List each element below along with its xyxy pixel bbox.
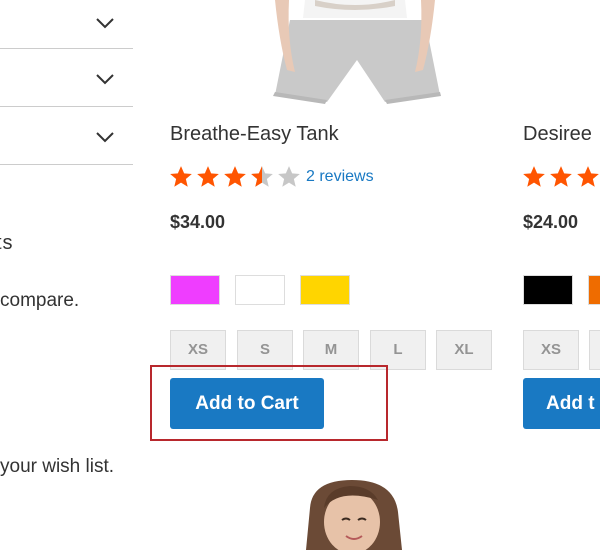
chevron-down-icon	[96, 74, 114, 85]
chevron-down-icon	[96, 18, 114, 29]
star-icon	[224, 166, 246, 187]
star-icon	[197, 166, 219, 187]
color-swatch-white[interactable]	[235, 275, 285, 305]
filter-row[interactable]	[0, 0, 133, 49]
color-swatch-magenta[interactable]	[170, 275, 220, 305]
size-option-xl[interactable]: XL	[436, 330, 492, 370]
star-icon	[523, 166, 545, 187]
size-option-xs[interactable]: XS	[170, 330, 226, 370]
color-swatch-yellow[interactable]	[300, 275, 350, 305]
size-option-partial[interactable]	[589, 330, 600, 370]
product-image[interactable]	[265, 0, 445, 110]
reviews-link[interactable]: 2 reviews	[306, 168, 374, 186]
compare-heading-fragment: ts	[0, 232, 14, 254]
filter-row[interactable]	[0, 106, 133, 165]
star-icon	[170, 166, 192, 187]
empty-star-icon	[278, 166, 300, 187]
product-name[interactable]: Desiree	[523, 123, 592, 146]
size-option-l[interactable]: L	[370, 330, 426, 370]
product-price: $34.00	[170, 212, 226, 232]
size-option-s[interactable]: S	[237, 330, 293, 370]
highlight-box	[150, 365, 388, 441]
filter-row[interactable]	[0, 48, 133, 107]
color-swatch-orange[interactable]	[588, 275, 600, 305]
product-photo	[306, 480, 402, 550]
star-icon	[577, 166, 599, 187]
size-option-xs[interactable]: XS	[523, 330, 579, 370]
product-price: $24.00	[523, 212, 579, 232]
wishlist-message: your wish list.	[0, 456, 115, 477]
star-icon	[550, 166, 572, 187]
rating-stars	[521, 164, 600, 190]
product-photo	[273, 0, 441, 104]
half-star-icon	[251, 166, 273, 187]
product-name[interactable]: Breathe-Easy Tank	[170, 123, 339, 146]
size-option-m[interactable]: M	[303, 330, 359, 370]
add-to-cart-button[interactable]: Add t	[523, 378, 600, 429]
product-image[interactable]	[290, 478, 420, 550]
compare-message: compare.	[0, 290, 80, 311]
color-swatch-black[interactable]	[523, 275, 573, 305]
rating-stars	[168, 164, 302, 190]
chevron-down-icon	[96, 132, 114, 143]
